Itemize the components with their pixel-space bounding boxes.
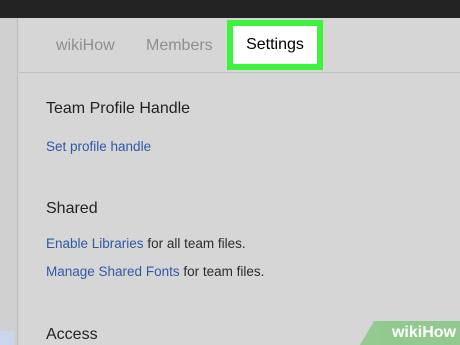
- tab-settings[interactable]: Settings: [227, 20, 323, 70]
- section-title-access: Access: [46, 326, 98, 343]
- team-settings-panel: wikiHow Members Settings Team Profile Ha…: [19, 18, 460, 345]
- wikihow-watermark: wikiHow: [360, 321, 460, 345]
- manage-shared-fonts-link[interactable]: Manage Shared Fonts: [46, 264, 180, 279]
- top-bar: [0, 0, 460, 18]
- watermark-part-how: How: [422, 324, 456, 341]
- tab-wikihow[interactable]: wikiHow: [56, 37, 115, 55]
- section-title-profile-handle: Team Profile Handle: [46, 100, 191, 117]
- section-title-shared: Shared: [46, 200, 98, 217]
- set-profile-handle-link[interactable]: Set profile handle: [46, 139, 151, 154]
- enable-libraries-link[interactable]: Enable Libraries: [46, 236, 144, 251]
- enable-libraries-row: Enable Libraries for all team files.: [46, 236, 246, 251]
- watermark-part-wiki: wiki: [391, 324, 423, 341]
- tab-bar: wikiHow Members Settings: [19, 18, 460, 73]
- sidebar-selection-sliver: [0, 331, 14, 345]
- tab-members[interactable]: Members: [146, 37, 213, 55]
- profile-handle-row: Set profile handle: [46, 139, 151, 154]
- enable-libraries-text: for all team files.: [143, 236, 246, 251]
- manage-fonts-row: Manage Shared Fonts for team files.: [46, 264, 264, 279]
- manage-fonts-text: for team files.: [179, 264, 265, 279]
- left-sidebar-edge: [0, 18, 18, 345]
